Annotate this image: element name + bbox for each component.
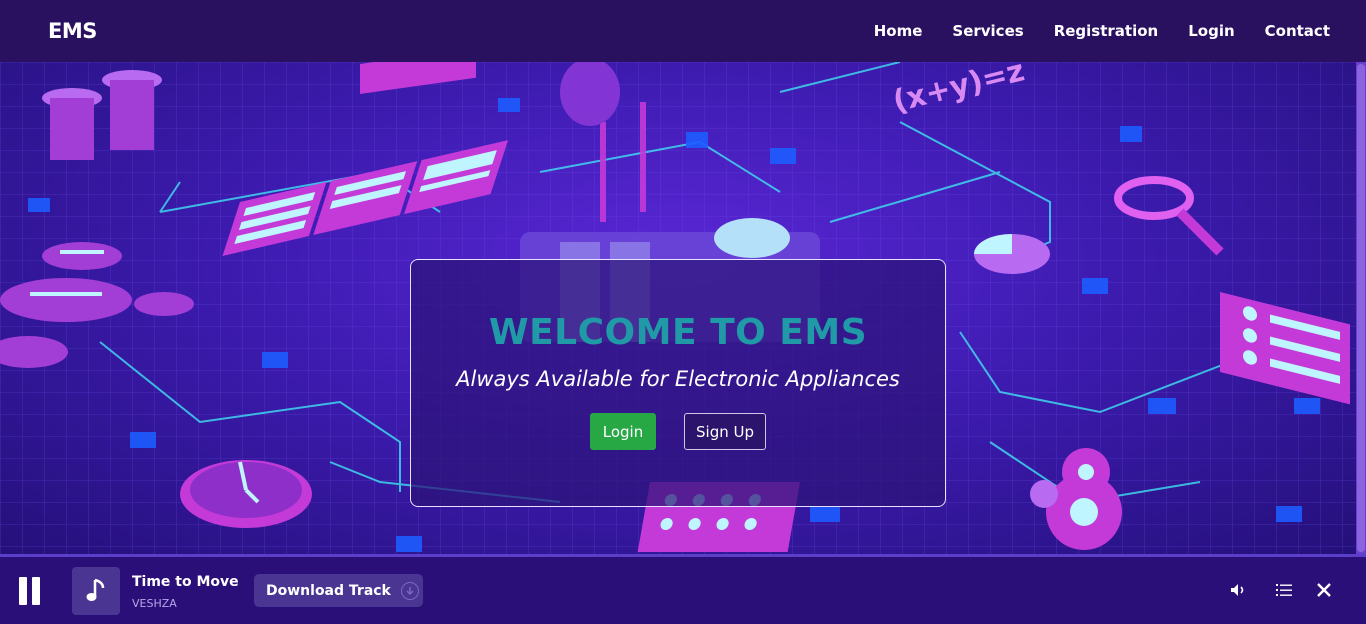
- card-buttons: Login Sign Up: [411, 413, 945, 450]
- playlist-icon[interactable]: [1275, 581, 1293, 599]
- navbar: EMS Home Services Registration Login Con…: [0, 0, 1366, 62]
- signup-button[interactable]: Sign Up: [684, 413, 766, 450]
- nav-registration[interactable]: Registration: [1054, 22, 1159, 40]
- nav-contact[interactable]: Contact: [1265, 22, 1330, 40]
- nav-services[interactable]: Services: [952, 22, 1023, 40]
- welcome-card: WELCOME TO EMS Always Available for Elec…: [410, 259, 946, 507]
- download-track-button[interactable]: Download Track: [254, 574, 423, 607]
- track-title: Time to Move: [132, 574, 239, 590]
- scrollbar-thumb[interactable]: [1357, 64, 1365, 552]
- track-artwork: [72, 567, 120, 615]
- volume-icon[interactable]: [1229, 581, 1247, 599]
- music-note-icon: [86, 578, 105, 601]
- hero-banner: (x+y)=z WELCOME TO EMS Always Available …: [0, 62, 1356, 554]
- track-artist: VESHZA: [132, 597, 177, 610]
- music-player: Time to Move VESHZA Download Track: [0, 554, 1366, 624]
- pause-icon[interactable]: [19, 577, 41, 605]
- login-button[interactable]: Login: [590, 413, 656, 450]
- download-icon: [400, 581, 419, 600]
- nav-home[interactable]: Home: [874, 22, 923, 40]
- close-icon[interactable]: [1315, 581, 1333, 599]
- welcome-title: WELCOME TO EMS: [488, 312, 868, 353]
- nav-login[interactable]: Login: [1188, 22, 1234, 40]
- nav-links: Home Services Registration Login Contact: [844, 22, 1330, 40]
- download-label: Download Track: [266, 582, 391, 599]
- welcome-subtitle: Always Available for Electronic Applianc…: [456, 367, 900, 391]
- brand-logo[interactable]: EMS: [48, 19, 97, 43]
